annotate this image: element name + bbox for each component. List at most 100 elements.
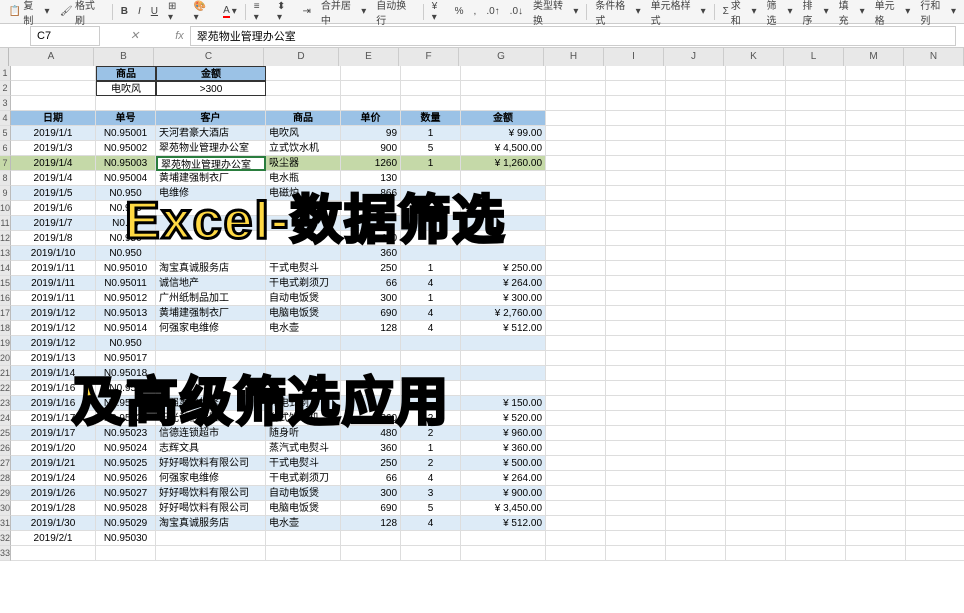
cell[interactable] bbox=[546, 351, 606, 366]
cell[interactable]: 2019/1/3 bbox=[11, 141, 96, 156]
cell[interactable] bbox=[546, 321, 606, 336]
cell[interactable]: 电水壶 bbox=[266, 516, 341, 531]
cell[interactable] bbox=[786, 321, 846, 336]
row-header[interactable]: 15 bbox=[0, 276, 11, 291]
cell[interactable] bbox=[606, 261, 666, 276]
cell[interactable] bbox=[401, 336, 461, 351]
row-header[interactable]: 20 bbox=[0, 351, 11, 366]
bold-button[interactable]: B bbox=[117, 4, 132, 19]
cell[interactable] bbox=[546, 306, 606, 321]
cell[interactable]: ¥ 264.00 bbox=[461, 276, 546, 291]
cell[interactable] bbox=[546, 441, 606, 456]
cell[interactable] bbox=[906, 501, 964, 516]
cell[interactable] bbox=[786, 306, 846, 321]
cell[interactable] bbox=[906, 351, 964, 366]
cell[interactable] bbox=[846, 501, 906, 516]
cell[interactable] bbox=[726, 306, 786, 321]
cell[interactable] bbox=[606, 366, 666, 381]
cell[interactable] bbox=[401, 546, 461, 561]
cell[interactable]: 2019/1/6 bbox=[11, 201, 96, 216]
cell[interactable] bbox=[726, 486, 786, 501]
cell[interactable]: 商品 bbox=[96, 66, 156, 81]
cell[interactable] bbox=[666, 261, 726, 276]
cell[interactable]: 128 bbox=[341, 516, 401, 531]
cell[interactable] bbox=[606, 486, 666, 501]
cell[interactable]: N0.95024 bbox=[96, 441, 156, 456]
cell[interactable] bbox=[726, 426, 786, 441]
cell[interactable] bbox=[786, 141, 846, 156]
font-color-button[interactable]: A ▾ bbox=[219, 3, 241, 20]
cell[interactable] bbox=[726, 96, 786, 111]
cell[interactable] bbox=[461, 546, 546, 561]
cell[interactable] bbox=[726, 366, 786, 381]
cell[interactable] bbox=[606, 396, 666, 411]
cell[interactable] bbox=[666, 291, 726, 306]
cell[interactable]: N0.95026 bbox=[96, 471, 156, 486]
cell[interactable] bbox=[666, 351, 726, 366]
cell[interactable] bbox=[786, 81, 846, 96]
cell[interactable]: ¥ 900.00 bbox=[461, 486, 546, 501]
cell[interactable] bbox=[726, 411, 786, 426]
cell[interactable] bbox=[666, 306, 726, 321]
cell[interactable] bbox=[546, 111, 606, 126]
cell[interactable] bbox=[11, 546, 96, 561]
cell[interactable] bbox=[786, 171, 846, 186]
cell[interactable] bbox=[461, 81, 546, 96]
cell[interactable]: 翠苑物业管理办公室 bbox=[156, 141, 266, 156]
cell[interactable] bbox=[906, 456, 964, 471]
cell[interactable]: 690 bbox=[341, 501, 401, 516]
cell[interactable] bbox=[846, 291, 906, 306]
cell[interactable] bbox=[726, 381, 786, 396]
cell[interactable] bbox=[906, 261, 964, 276]
cells-button[interactable]: 单元格 ▾ bbox=[871, 0, 915, 29]
row-header[interactable]: 4 bbox=[0, 111, 11, 126]
cell[interactable] bbox=[546, 456, 606, 471]
cell[interactable]: N0.95002 bbox=[96, 141, 156, 156]
cell[interactable]: 1260 bbox=[341, 156, 401, 171]
cell[interactable] bbox=[906, 171, 964, 186]
cell[interactable]: 何强家电维修 bbox=[156, 471, 266, 486]
cell[interactable]: 2019/1/11 bbox=[11, 276, 96, 291]
cell[interactable]: 2 bbox=[401, 456, 461, 471]
cell[interactable]: 2019/1/7 bbox=[11, 216, 96, 231]
cell[interactable]: 吸尘器 bbox=[266, 156, 341, 171]
cell[interactable] bbox=[546, 366, 606, 381]
cell[interactable] bbox=[546, 336, 606, 351]
col-header-I[interactable]: I bbox=[604, 48, 664, 66]
cell[interactable] bbox=[666, 81, 726, 96]
cell[interactable]: 自动电饭煲 bbox=[266, 291, 341, 306]
cell[interactable]: ¥ 3,450.00 bbox=[461, 501, 546, 516]
cell[interactable] bbox=[156, 546, 266, 561]
row-header[interactable]: 29 bbox=[0, 486, 11, 501]
cell[interactable]: ¥ 960.00 bbox=[461, 426, 546, 441]
cell[interactable]: 自动电饭煲 bbox=[266, 486, 341, 501]
table-header[interactable]: 日期 bbox=[11, 111, 96, 126]
select-all-corner[interactable] bbox=[0, 48, 9, 66]
col-header-F[interactable]: F bbox=[399, 48, 459, 66]
cell[interactable]: 66 bbox=[341, 276, 401, 291]
cell[interactable] bbox=[906, 471, 964, 486]
cell[interactable] bbox=[906, 396, 964, 411]
cell[interactable]: >300 bbox=[156, 81, 266, 96]
cell[interactable]: 好好喝饮料有限公司 bbox=[156, 456, 266, 471]
cell[interactable] bbox=[546, 381, 606, 396]
cell[interactable]: ¥ 99.00 bbox=[461, 126, 546, 141]
col-header-L[interactable]: L bbox=[784, 48, 844, 66]
cell[interactable] bbox=[726, 171, 786, 186]
cell[interactable] bbox=[786, 441, 846, 456]
cell[interactable] bbox=[341, 96, 401, 111]
row-header[interactable]: 16 bbox=[0, 291, 11, 306]
cell[interactable] bbox=[606, 171, 666, 186]
cell[interactable] bbox=[546, 141, 606, 156]
cell[interactable] bbox=[786, 456, 846, 471]
cell[interactable] bbox=[846, 171, 906, 186]
cell[interactable] bbox=[846, 306, 906, 321]
row-header[interactable]: 11 bbox=[0, 216, 11, 231]
cell[interactable] bbox=[666, 276, 726, 291]
cell[interactable] bbox=[606, 306, 666, 321]
cell[interactable]: ¥ 2,760.00 bbox=[461, 306, 546, 321]
cell[interactable] bbox=[786, 96, 846, 111]
cell[interactable] bbox=[786, 231, 846, 246]
comma-button[interactable]: , bbox=[470, 4, 481, 19]
cell[interactable] bbox=[156, 531, 266, 546]
